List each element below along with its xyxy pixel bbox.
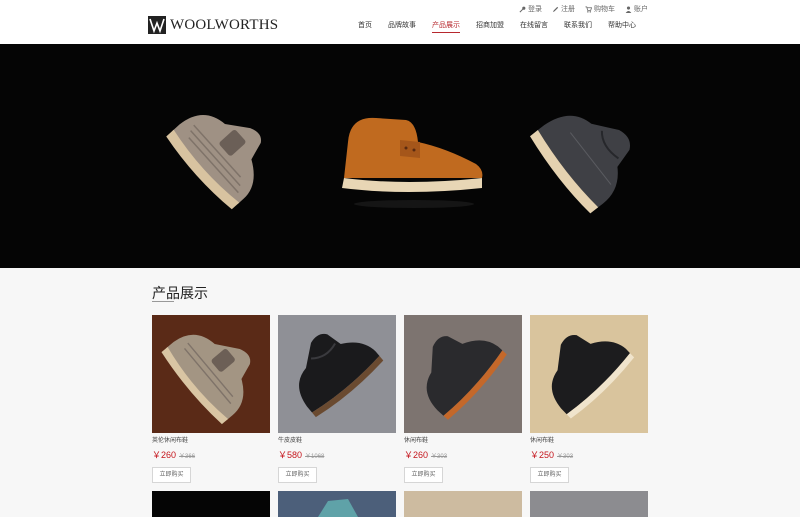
hero-banner[interactable] xyxy=(0,44,800,268)
login-link[interactable]: 登录 xyxy=(519,5,542,14)
banner-shoe-grey-image xyxy=(529,115,630,214)
product-name[interactable]: 英伦休闲布鞋 xyxy=(152,437,188,445)
product-name[interactable]: 休闲布鞋 xyxy=(404,437,428,445)
register-link[interactable]: 注册 xyxy=(552,5,575,14)
login-label: 登录 xyxy=(528,6,542,13)
product-price: ￥260 ￥366 xyxy=(152,450,196,460)
cart-icon xyxy=(585,6,592,13)
product-card[interactable]: 牛皮皮鞋 ￥580 ￥1068 立即购买 xyxy=(278,315,396,483)
product-card[interactable]: 休闲布鞋 ￥250 ￥303 立即购买 xyxy=(530,315,648,483)
product-old-price: ￥1068 xyxy=(305,454,325,460)
nav-item-help[interactable]: 帮助中心 xyxy=(600,19,644,35)
banner-shoe-orange-image xyxy=(342,117,483,208)
pencil-icon xyxy=(552,6,559,13)
product-image-black-casual-shoe[interactable] xyxy=(530,315,648,433)
buy-now-button[interactable]: 立即购买 xyxy=(152,467,191,483)
section-title-underline xyxy=(152,301,174,302)
register-label: 注册 xyxy=(561,6,575,13)
product-old-price: ￥366 xyxy=(179,454,196,460)
nav-item-message[interactable]: 在线留言 xyxy=(512,19,556,35)
logo-text: WOOLWORTHS xyxy=(170,17,279,33)
product-price: ￥250 ￥303 xyxy=(530,450,574,460)
product-image-black-leather-shoe[interactable] xyxy=(278,315,396,433)
account-label: 账户 xyxy=(634,6,648,13)
product-image-partial[interactable] xyxy=(404,491,522,517)
product-old-price: ￥303 xyxy=(431,454,448,460)
buy-now-button[interactable]: 立即购买 xyxy=(530,467,569,483)
site-header: WOOLWORTHS 登录 注册 购物车 账户 首页 品牌故事 产品展示 招商加… xyxy=(0,0,800,44)
top-links: 登录 注册 购物车 账户 xyxy=(519,5,648,14)
nav-item-franchise[interactable]: 招商加盟 xyxy=(468,19,512,35)
product-old-price: ￥303 xyxy=(557,454,574,460)
product-card[interactable]: 英伦休闲布鞋 ￥260 ￥366 立即购买 xyxy=(152,315,270,483)
product-image-partial[interactable] xyxy=(278,491,396,517)
nav-item-home[interactable]: 首页 xyxy=(350,19,380,35)
section-title: 产品展示 xyxy=(152,285,208,301)
product-name[interactable]: 休闲布鞋 xyxy=(530,437,554,445)
product-price: ￥260 ￥303 xyxy=(404,450,448,460)
nav-item-contact[interactable]: 联系我们 xyxy=(556,19,600,35)
product-image-partial[interactable] xyxy=(152,491,270,517)
key-icon xyxy=(519,6,526,13)
nav-item-brand-story[interactable]: 品牌故事 xyxy=(380,19,424,35)
main-nav: 首页 品牌故事 产品展示 招商加盟 在线留言 联系我们 帮助中心 xyxy=(350,19,644,35)
buy-now-button[interactable]: 立即购买 xyxy=(404,467,443,483)
product-image-black-suede-shoe[interactable] xyxy=(404,315,522,433)
nav-item-products[interactable]: 产品展示 xyxy=(424,19,468,35)
cart-link[interactable]: 购物车 xyxy=(585,5,615,14)
logo-mark-icon xyxy=(148,16,166,34)
buy-now-button[interactable]: 立即购买 xyxy=(278,467,317,483)
product-image-partial[interactable] xyxy=(530,491,648,517)
product-image-beige-canvas-shoe[interactable] xyxy=(152,315,270,433)
cart-label: 购物车 xyxy=(594,6,615,13)
user-icon xyxy=(625,6,632,13)
product-price: ￥580 ￥1068 xyxy=(278,450,325,460)
account-link[interactable]: 账户 xyxy=(625,5,648,14)
product-name[interactable]: 牛皮皮鞋 xyxy=(278,437,302,445)
banner-shoe-beige-image xyxy=(166,115,262,210)
product-grid-row-2 xyxy=(152,491,652,517)
logo[interactable]: WOOLWORTHS xyxy=(148,16,278,34)
product-card[interactable]: 休闲布鞋 ￥260 ￥303 立即购买 xyxy=(404,315,522,483)
